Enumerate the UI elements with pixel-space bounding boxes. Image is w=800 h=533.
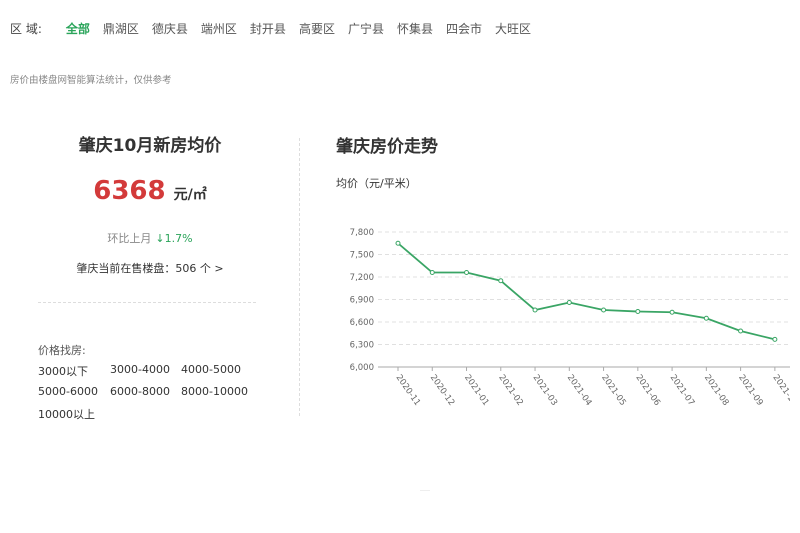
x-tick-label: 2021-09 (736, 373, 765, 408)
data-point (669, 309, 675, 315)
series-line (397, 242, 776, 341)
avg-price-title: 肇庆10月新房均价 (78, 136, 222, 156)
data-point (429, 270, 435, 275)
price-range-link[interactable]: 5000-6000 (38, 385, 98, 398)
trend-title: 肇庆房价走势 (336, 137, 438, 157)
x-tick-label: 2021-06 (633, 373, 662, 408)
y-tick-label: 7,800 (350, 228, 374, 238)
region-filter-bar: 区 域: 全部 鼎湖区 德庆县 端州区 封开县 高要区 广宁县 怀集县 四会市 … (10, 20, 544, 36)
price-trend-chart: 6,000 6,300 6,600 6,900 7,200 7,500 7,800 2020-… (350, 228, 790, 408)
onsale-count-link[interactable]: 肇庆当前在售楼盘：506 个 > (40, 260, 260, 276)
x-tick-label: 2021-04 (565, 373, 594, 408)
price-range-link[interactable]: 3000-4000 (110, 363, 170, 376)
region-item-gaoyao[interactable]: 高要区 (299, 20, 335, 37)
month-over-month: 环比上月 ↓1.7% (40, 230, 260, 246)
x-tick-label: 2021-07 (668, 373, 697, 408)
x-tick-label: 2021-10 (770, 373, 790, 408)
x-tick-label: 2021-02 (496, 373, 525, 408)
x-tick-label: 2021-03 (531, 373, 560, 408)
divider (38, 302, 256, 303)
region-item-huaiji[interactable]: 怀集县 (397, 20, 433, 37)
divider (299, 138, 300, 416)
region-item-deqing[interactable]: 德庆县 (152, 20, 188, 37)
data-point (566, 300, 572, 305)
price-range-link[interactable]: 4000-5000 (181, 363, 241, 376)
region-item-dinghu[interactable]: 鼎湖区 (103, 20, 139, 37)
disclaimer-note: 房价由楼盘网智能算法统计，仅供参考 (10, 75, 172, 86)
price-range-link[interactable]: 8000-10000 (181, 385, 248, 398)
y-tick-label: 7,200 (350, 273, 374, 283)
data-point (601, 307, 607, 313)
x-tick-label: 2020-11 (394, 373, 423, 408)
avg-price-unit: 元/㎡ (173, 187, 207, 203)
region-item-fengkai[interactable]: 封开县 (250, 20, 286, 37)
y-axis-unit: 均价（元/平米） (336, 177, 417, 190)
price-range-link[interactable]: 6000-8000 (110, 385, 170, 398)
data-point (703, 315, 709, 321)
y-tick-label: 6,600 (350, 318, 374, 328)
x-tick-label: 2021-08 (702, 373, 731, 408)
price-search-title: 价格找房: (38, 344, 86, 357)
avg-price: 6368 元/㎡ (40, 176, 260, 206)
x-tick-label: 2020-12 (428, 373, 457, 408)
mom-label: 环比上月 (107, 232, 152, 245)
region-label: 区 域: (10, 21, 42, 36)
region-item-sihui[interactable]: 四会市 (446, 20, 482, 37)
avg-price-value: 6368 (93, 176, 166, 206)
y-tick-label: 6,000 (350, 363, 374, 373)
data-point (772, 336, 778, 342)
region-item-guangning[interactable]: 广宁县 (348, 20, 384, 37)
divider (420, 490, 430, 491)
data-point (498, 278, 504, 284)
data-point (635, 309, 641, 314)
data-point (532, 307, 538, 313)
mom-change: ↓1.7% (155, 232, 193, 245)
region-item-dawang[interactable]: 大旺区 (495, 20, 531, 37)
x-tick-label: 2021-05 (599, 373, 628, 408)
data-point (738, 328, 744, 334)
y-tick-label: 6,300 (350, 341, 374, 351)
data-point (395, 240, 401, 246)
x-tick-label: 2021-01 (462, 373, 491, 408)
y-tick-label: 7,500 (350, 251, 374, 261)
price-range-link[interactable]: 3000以下 (38, 363, 88, 379)
region-item-duanzhou[interactable]: 端州区 (201, 20, 237, 37)
region-item-all[interactable]: 全部 (66, 20, 90, 37)
data-point (464, 270, 470, 275)
y-tick-label: 6,900 (350, 296, 374, 306)
price-range-link[interactable]: 10000以上 (38, 406, 95, 422)
